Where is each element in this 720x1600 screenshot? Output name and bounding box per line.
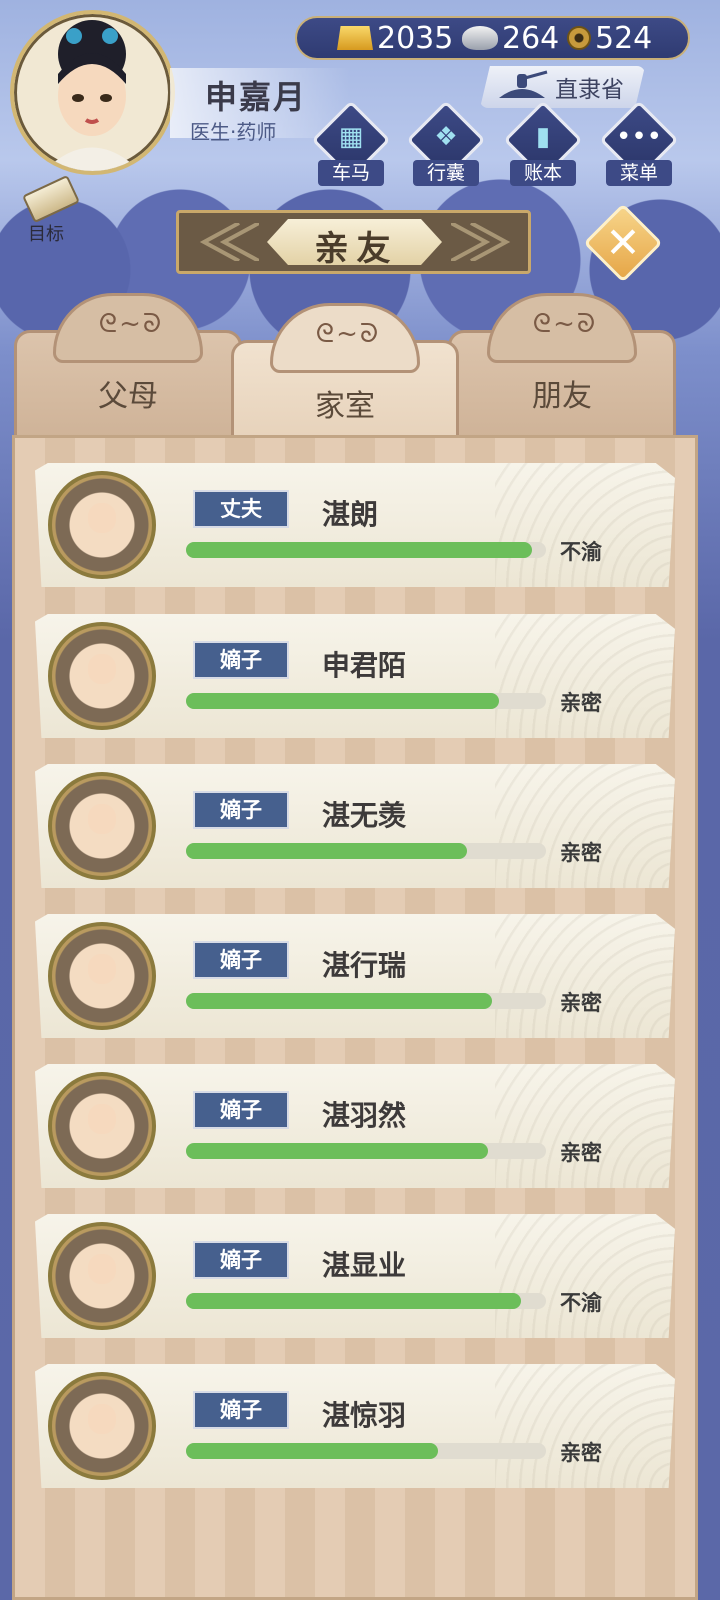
wave-decor	[495, 914, 675, 1038]
member-name: 湛朗	[322, 498, 379, 531]
wave-decor	[495, 1214, 675, 1338]
carriage-button[interactable]: ▦ 车马	[310, 100, 392, 186]
tab-parents[interactable]: ᘓ~ᘐ 父母	[14, 293, 242, 440]
affection-bar	[186, 1293, 546, 1309]
role-badge: 丈夫	[193, 490, 289, 528]
wave-decor	[495, 614, 675, 738]
wave-decor	[495, 463, 675, 587]
member-avatar[interactable]	[48, 772, 156, 880]
silver-ingot-icon	[462, 26, 498, 50]
role-badge: 嫡子	[193, 1391, 289, 1429]
menu-button[interactable]: ••• 菜单	[598, 100, 680, 186]
relationship-status: 不渝	[560, 1291, 602, 1315]
affection-bar-fill	[186, 542, 532, 558]
member-avatar[interactable]	[48, 471, 156, 579]
gold-amount: 2035	[377, 20, 454, 56]
bag-icon: ❖	[434, 122, 458, 152]
ledger-label: 账本	[510, 160, 576, 186]
copper-currency: 524	[567, 18, 652, 58]
role-badge: 嫡子	[193, 1241, 289, 1279]
goal-button[interactable]: 目标	[10, 174, 90, 245]
player-avatar[interactable]	[10, 10, 175, 175]
affection-bar	[186, 1443, 546, 1459]
wave-decor	[495, 1064, 675, 1188]
member-name: 湛惊羽	[322, 1399, 407, 1432]
currency-bar: 2035 264 524	[295, 16, 690, 60]
gold-currency: 2035	[337, 18, 453, 58]
affection-bar	[186, 542, 546, 558]
role-badge: 嫡子	[193, 641, 289, 679]
affection-bar	[186, 993, 546, 1009]
swirl-decor-icon: ᘓ~ᘐ	[98, 309, 164, 339]
province-label: 直隶省	[555, 77, 624, 103]
wave-decor	[495, 764, 675, 888]
member-portrait	[88, 954, 116, 984]
member-name: 湛行瑞	[322, 949, 407, 982]
member-portrait	[88, 1104, 116, 1134]
title-banner: 亲友	[176, 210, 531, 274]
relationship-status: 亲密	[560, 841, 602, 865]
wave-decor	[495, 1364, 675, 1488]
tab-parents-label: 父母	[98, 379, 158, 414]
relationship-status: 亲密	[560, 991, 602, 1015]
role-badge: 嫡子	[193, 1091, 289, 1129]
role-badge: 嫡子	[193, 791, 289, 829]
more-icon: •••	[615, 122, 662, 152]
affection-bar-fill	[186, 1143, 489, 1159]
goal-label: 目标	[28, 224, 64, 245]
official-hat-icon	[495, 70, 549, 104]
affection-bar-fill	[186, 1293, 521, 1309]
copper-amount: 524	[595, 20, 653, 56]
affection-bar-fill	[186, 693, 500, 709]
tab-family[interactable]: ᘓ~ᘐ 家室	[231, 303, 459, 450]
silver-currency: 264	[462, 18, 559, 58]
affection-bar	[186, 843, 546, 859]
member-name: 湛无羡	[322, 799, 407, 832]
member-avatar[interactable]	[48, 922, 156, 1030]
relationship-status: 亲密	[560, 1441, 602, 1465]
member-avatar[interactable]	[48, 622, 156, 730]
member-name: 湛羽然	[322, 1099, 407, 1132]
carriage-label: 车马	[318, 160, 384, 186]
tab-friends[interactable]: ᘓ~ᘐ 朋友	[448, 293, 676, 440]
affection-bar	[186, 693, 546, 709]
relationship-status: 不渝	[560, 540, 602, 564]
affection-bar	[186, 1143, 546, 1159]
member-portrait	[88, 1254, 116, 1284]
member-name: 湛显业	[322, 1249, 407, 1282]
close-icon: ✕	[605, 218, 641, 267]
player-title: 医生·药师	[190, 120, 277, 144]
player-name: 申嘉月	[205, 78, 308, 116]
member-portrait	[88, 804, 116, 834]
relationship-status: 亲密	[560, 1141, 602, 1165]
member-avatar[interactable]	[48, 1222, 156, 1330]
ledger-icon: ▮	[535, 122, 551, 152]
swirl-decor-icon: ᘓ~ᘐ	[315, 319, 381, 349]
swirl-decor-icon: ᘓ~ᘐ	[532, 309, 598, 339]
member-name: 申君陌	[322, 649, 407, 682]
tab-friends-label: 朋友	[532, 379, 592, 414]
relationship-status: 亲密	[560, 691, 602, 715]
affection-bar-fill	[186, 993, 492, 1009]
menu-label: 菜单	[606, 160, 672, 186]
bag-button[interactable]: ❖ 行囊	[405, 100, 487, 186]
ledger-button[interactable]: ▮ 账本	[502, 100, 584, 186]
member-portrait	[88, 654, 116, 684]
role-badge: 嫡子	[193, 941, 289, 979]
member-portrait	[88, 503, 116, 533]
carriage-icon: ▦	[338, 122, 364, 152]
member-portrait	[88, 1404, 116, 1434]
gold-ingot-icon	[337, 26, 373, 50]
affection-bar-fill	[186, 843, 467, 859]
member-avatar[interactable]	[48, 1072, 156, 1180]
scroll-icon	[22, 174, 80, 224]
silver-amount: 264	[502, 20, 560, 56]
bag-label: 行囊	[413, 160, 479, 186]
copper-coin-icon	[567, 26, 591, 50]
member-avatar[interactable]	[48, 1372, 156, 1480]
affection-bar-fill	[186, 1443, 438, 1459]
tab-family-label: 家室	[315, 389, 375, 424]
page-title: 亲友	[314, 229, 399, 269]
